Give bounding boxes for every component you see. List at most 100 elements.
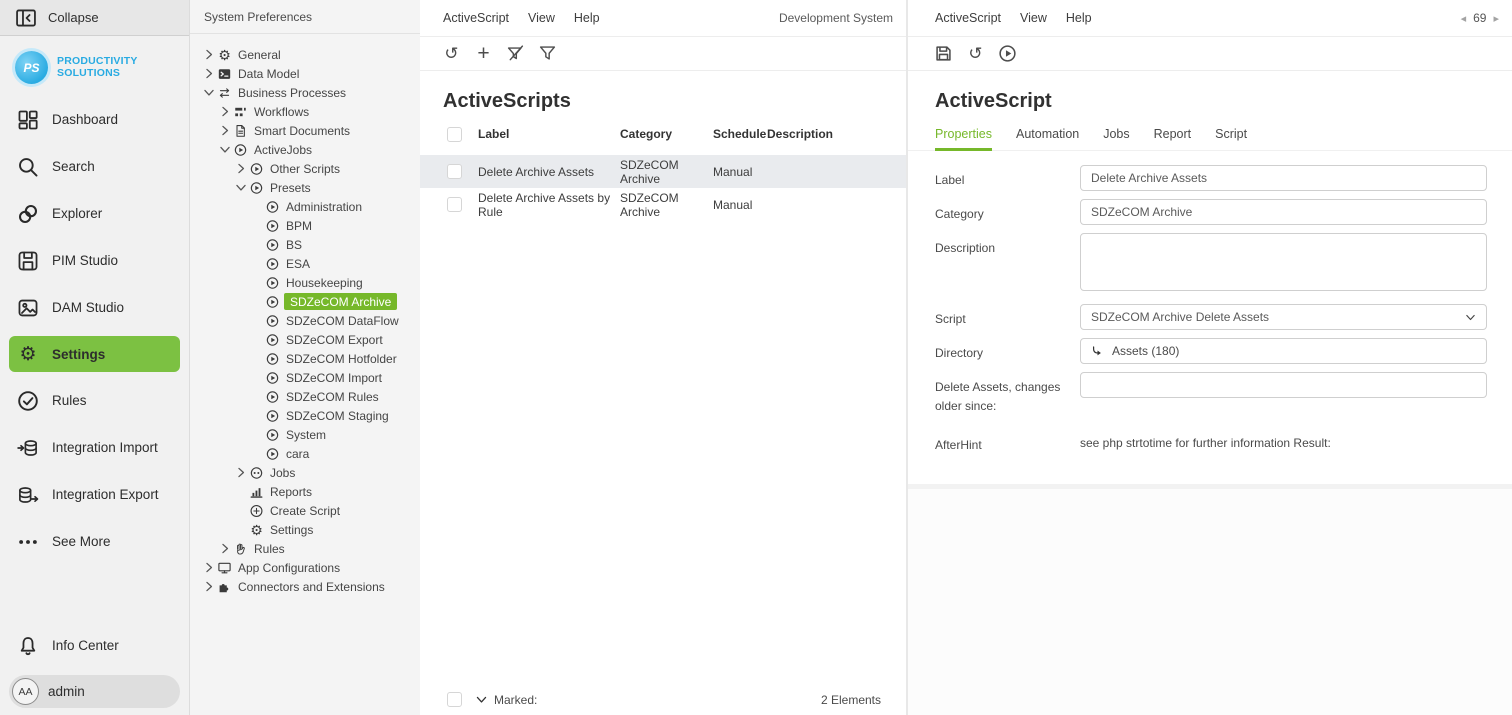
tree-item-sdzecom-archive[interactable]: SDZeCOM Archive [190,292,420,311]
user-menu[interactable]: AA admin [9,675,180,708]
add-icon[interactable]: + [474,44,493,63]
column-header-label[interactable]: Label [478,127,620,141]
chevron-down-icon[interactable] [234,181,248,194]
brand-logo[interactable]: PS PRODUCTIVITY SOLUTIONS [0,36,189,92]
column-header-description[interactable]: Description [767,127,906,141]
field-control-description [1080,233,1487,296]
tree-item-jobs[interactable]: Jobs [190,463,420,482]
tree-item-label: ActiveJobs [252,142,314,158]
row-checkbox[interactable] [447,197,462,212]
run-icon[interactable] [998,44,1017,63]
detail-menu-help[interactable]: Help [1066,11,1092,25]
chevron-right-icon[interactable] [202,48,216,61]
row-checkbox[interactable] [447,164,462,179]
tree-item-bs[interactable]: BS [190,235,420,254]
tree-item-cara[interactable]: cara [190,444,420,463]
chevron-right-icon[interactable] [202,561,216,574]
sidebar-item-integration-export[interactable]: Integration Export [0,471,189,518]
column-header-schedule[interactable]: Schedule [713,127,767,141]
tree-item-data-model[interactable]: Data Model [190,64,420,83]
sidebar-item-integration-import[interactable]: Integration Import [0,424,189,471]
tree-item-sdzecom-hotfolder[interactable]: SDZeCOM Hotfolder [190,349,420,368]
tree-item-sdzecom-staging[interactable]: SDZeCOM Staging [190,406,420,425]
sidebar-item-search[interactable]: Search [0,143,189,190]
save-icon[interactable] [934,44,953,63]
sidebar-item-rules[interactable]: Rules [0,377,189,424]
tab-script[interactable]: Script [1215,127,1247,151]
list-menu-help[interactable]: Help [574,11,600,25]
tree-item-presets[interactable]: Presets [190,178,420,197]
tab-automation[interactable]: Automation [1016,127,1079,151]
pager-prev-icon[interactable]: ◂ [1461,12,1467,25]
category-input[interactable] [1080,199,1487,225]
play-circle-icon [265,200,280,214]
chevron-down-icon[interactable] [475,693,488,706]
tree-item-business-processes[interactable]: Business Processes [190,83,420,102]
select-all-checkbox[interactable] [447,127,462,142]
delete-since-input[interactable] [1080,372,1487,398]
chevron-right-icon[interactable] [234,466,248,479]
chevron-down-icon[interactable] [202,86,216,99]
tree-item-esa[interactable]: ESA [190,254,420,273]
tab-report[interactable]: Report [1154,127,1192,151]
tree-item-create-script[interactable]: Create Script [190,501,420,520]
tree-item-other-scripts[interactable]: Other Scripts [190,159,420,178]
sidebar-item-pim-studio[interactable]: PIM Studio [0,237,189,284]
list-menu-activescript[interactable]: ActiveScript [443,11,509,25]
chevron-right-icon[interactable] [202,580,216,593]
tree-item-sdzecom-export[interactable]: SDZeCOM Export [190,330,420,349]
tree-item-reports[interactable]: Reports [190,482,420,501]
refresh-icon[interactable]: ↺ [442,44,461,63]
tree-item-sdzecom-import[interactable]: SDZeCOM Import [190,368,420,387]
tree-item-workflows[interactable]: Workflows [190,102,420,121]
sidebar-item-dam-studio[interactable]: DAM Studio [0,284,189,331]
sidebar-item-settings[interactable]: ⚙Settings [9,336,180,372]
detail-empty-area [908,489,1512,715]
refresh-icon[interactable]: ↺ [966,44,985,63]
list-menu-view[interactable]: View [528,11,555,25]
column-header-category[interactable]: Category [620,127,713,141]
select-value: SDZeCOM Archive Delete Assets [1091,310,1269,324]
directory-picker[interactable]: Assets (180) [1080,338,1487,364]
chevron-right-icon[interactable] [218,124,232,137]
detail-menu-view[interactable]: View [1020,11,1047,25]
table-row[interactable]: Delete Archive Assets by RuleSDZeCOM Arc… [420,188,906,221]
tab-jobs[interactable]: Jobs [1103,127,1129,151]
chevron-right-icon[interactable] [218,105,232,118]
filter-icon[interactable] [538,44,557,63]
tree-item-housekeeping[interactable]: Housekeeping [190,273,420,292]
tree-item-administration[interactable]: Administration [190,197,420,216]
sidebar-item-see-more[interactable]: See More [0,518,189,565]
tree-item-bpm[interactable]: BPM [190,216,420,235]
filter-clear-icon[interactable] [506,44,525,63]
tree-item-sdzecom-dataflow[interactable]: SDZeCOM DataFlow [190,311,420,330]
collapse-button[interactable]: Collapse [0,0,189,36]
table-row[interactable]: Delete Archive AssetsSDZeCOM ArchiveManu… [420,155,906,188]
tree-item-activejobs[interactable]: ActiveJobs [190,140,420,159]
chevron-right-icon[interactable] [202,67,216,80]
chevron-right-icon[interactable] [218,542,232,555]
label-input[interactable] [1080,165,1487,191]
tree-item-smart-documents[interactable]: Smart Documents [190,121,420,140]
chevron-right-icon[interactable] [234,162,248,175]
tree-item-general[interactable]: ⚙General [190,45,420,64]
detail-menu-activescript[interactable]: ActiveScript [935,11,1001,25]
script-select[interactable]: SDZeCOM Archive Delete Assets [1080,304,1487,330]
chevron-placeholder [250,333,264,346]
tree-item-system[interactable]: System [190,425,420,444]
table-body: Delete Archive AssetsSDZeCOM ArchiveManu… [420,155,906,221]
footer-checkbox[interactable] [447,692,462,707]
tree-item-settings[interactable]: ⚙Settings [190,520,420,539]
sidebar-item-explorer[interactable]: Explorer [0,190,189,237]
tree-item-app-configurations[interactable]: App Configurations [190,558,420,577]
sidebar-item-label: Settings [52,347,105,362]
description-textarea[interactable] [1080,233,1487,291]
chevron-down-icon[interactable] [218,143,232,156]
tree-item-sdzecom-rules[interactable]: SDZeCOM Rules [190,387,420,406]
tree-item-rules[interactable]: Rules [190,539,420,558]
tab-properties[interactable]: Properties [935,127,992,151]
sidebar-item-dashboard[interactable]: Dashboard [0,96,189,143]
tree-item-connectors-and-extensions[interactable]: Connectors and Extensions [190,577,420,596]
sidebar-item-info-center[interactable]: Info Center [0,622,189,669]
pager-next-icon[interactable]: ▸ [1493,12,1499,25]
